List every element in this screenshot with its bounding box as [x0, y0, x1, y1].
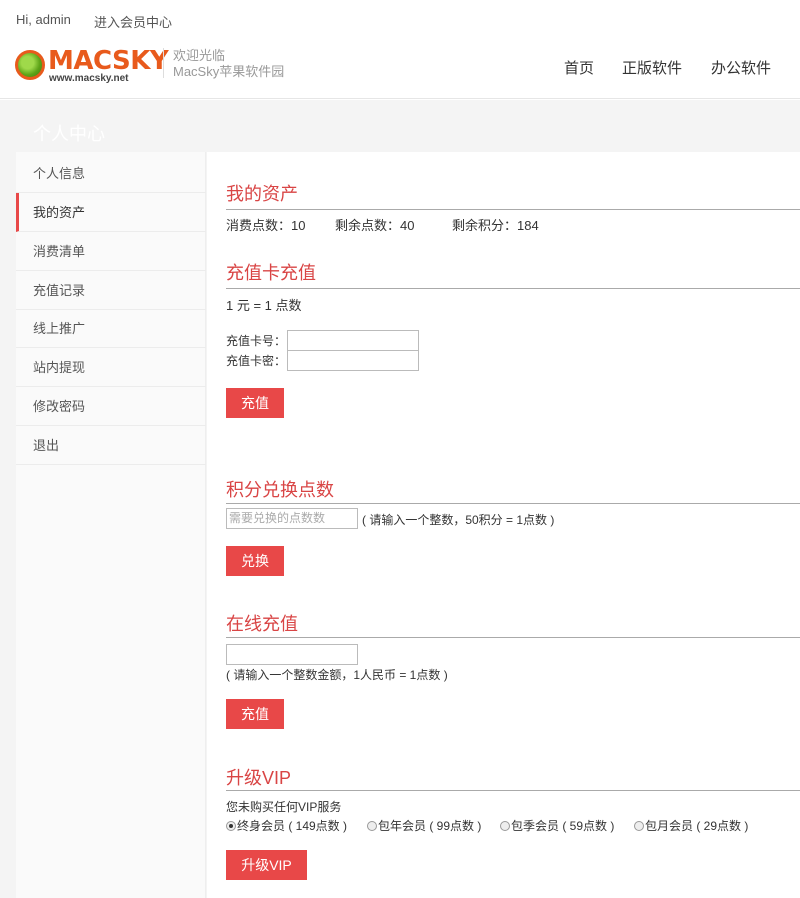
radio-icon[interactable] [500, 821, 510, 831]
card-recharge-button[interactable]: 充值 [226, 388, 284, 418]
nav-office-software[interactable]: 办公软件 [711, 57, 771, 78]
remaining-credits: 剩余积分：184 [452, 218, 539, 233]
vip-status: 您未购买任何VIP服务 [226, 800, 342, 814]
vip-option-label: 包年会员 ( 99点数 ) [378, 819, 482, 833]
section-divider [226, 503, 800, 504]
card-number-label: 充值卡号： [226, 334, 287, 348]
vip-option-label: 终身会员 ( 149点数 ) [237, 819, 348, 833]
vip-option-quarterly[interactable]: 包季会员 ( 59点数 ) [500, 817, 614, 834]
sidebar-item-profile[interactable]: 个人信息 [16, 154, 206, 193]
online-amount-input[interactable] [226, 644, 358, 665]
section-divider [226, 637, 800, 638]
nav-genuine-software[interactable]: 正版软件 [622, 57, 682, 78]
card-number-input[interactable] [287, 330, 419, 351]
vip-option-label: 包月会员 ( 29点数 ) [645, 819, 749, 833]
sidebar-item-withdraw[interactable]: 站内提现 [16, 348, 206, 387]
consumed-points: 消费点数：10 [226, 218, 306, 233]
sidebar-item-promotion[interactable]: 线上推广 [16, 309, 206, 348]
assets-title: 我的资产 [226, 184, 298, 204]
apple-logo-icon [15, 50, 45, 80]
welcome-text: 欢迎光临 MacSky苹果软件园 [173, 48, 284, 80]
sidebar-item-change-password[interactable]: 修改密码 [16, 387, 206, 426]
section-divider [226, 288, 800, 289]
welcome-line-1: 欢迎光临 [173, 48, 226, 63]
exchange-title: 积分兑换点数 [226, 480, 334, 500]
card-password-label: 充值卡密： [226, 354, 287, 368]
exchange-hint: ( 请输入一个整数，50积分 = 1点数 ) [362, 513, 555, 527]
member-center-link[interactable]: 进入会员中心 [94, 12, 172, 31]
nav-home[interactable]: 首页 [564, 57, 594, 78]
logo-text: MACSKY [48, 46, 169, 76]
site-logo[interactable]: MACSKY www.macsky.net [15, 46, 169, 86]
sidebar: 个人信息 我的资产 消费清单 充值记录 线上推广 站内提现 修改密码 退出 [16, 152, 206, 898]
radio-checked-icon[interactable] [226, 821, 236, 831]
upgrade-vip-button[interactable]: 升级VIP [226, 850, 307, 880]
vip-option-label: 包季会员 ( 59点数 ) [511, 819, 615, 833]
sidebar-item-assets[interactable]: 我的资产 [16, 193, 206, 232]
site-header: MACSKY www.macsky.net 欢迎光临 MacSky苹果软件园 首… [0, 40, 800, 99]
sidebar-item-consumption[interactable]: 消费清单 [16, 232, 206, 271]
welcome-line-2: MacSky苹果软件园 [173, 64, 285, 79]
sidebar-item-recharge-records[interactable]: 充值记录 [16, 271, 206, 310]
vip-option-yearly[interactable]: 包年会员 ( 99点数 ) [367, 817, 481, 834]
user-greeting: Hi, admin [16, 12, 71, 27]
header-divider [163, 48, 164, 78]
exchange-button[interactable]: 兑换 [226, 546, 284, 576]
radio-icon[interactable] [367, 821, 377, 831]
logo-url: www.macsky.net [49, 73, 129, 84]
online-recharge-title: 在线充值 [226, 614, 298, 634]
section-divider [226, 790, 800, 791]
recharge-rate: 1 元 = 1 点数 [226, 298, 302, 313]
vip-option-monthly[interactable]: 包月会员 ( 29点数 ) [634, 817, 748, 834]
page-title: 个人中心 [33, 124, 105, 144]
radio-icon[interactable] [634, 821, 644, 831]
vip-option-lifetime[interactable]: 终身会员 ( 149点数 ) [226, 817, 347, 834]
sidebar-item-logout[interactable]: 退出 [16, 426, 206, 465]
section-divider [226, 209, 800, 210]
main-content: 我的资产 消费点数：10 剩余点数：40 剩余积分：184 充值卡充值 1 元 … [207, 152, 800, 898]
vip-title: 升级VIP [226, 768, 292, 788]
online-recharge-hint: ( 请输入一个整数金额，1人民币 = 1点数 ) [226, 668, 448, 682]
remaining-points: 剩余点数：40 [335, 218, 415, 233]
exchange-points-input[interactable]: 需要兑换的点数数 [226, 508, 358, 529]
top-bar: Hi, admin 进入会员中心 [0, 0, 800, 40]
card-recharge-title: 充值卡充值 [226, 263, 316, 283]
card-password-input[interactable] [287, 350, 419, 371]
online-recharge-button[interactable]: 充值 [226, 699, 284, 729]
